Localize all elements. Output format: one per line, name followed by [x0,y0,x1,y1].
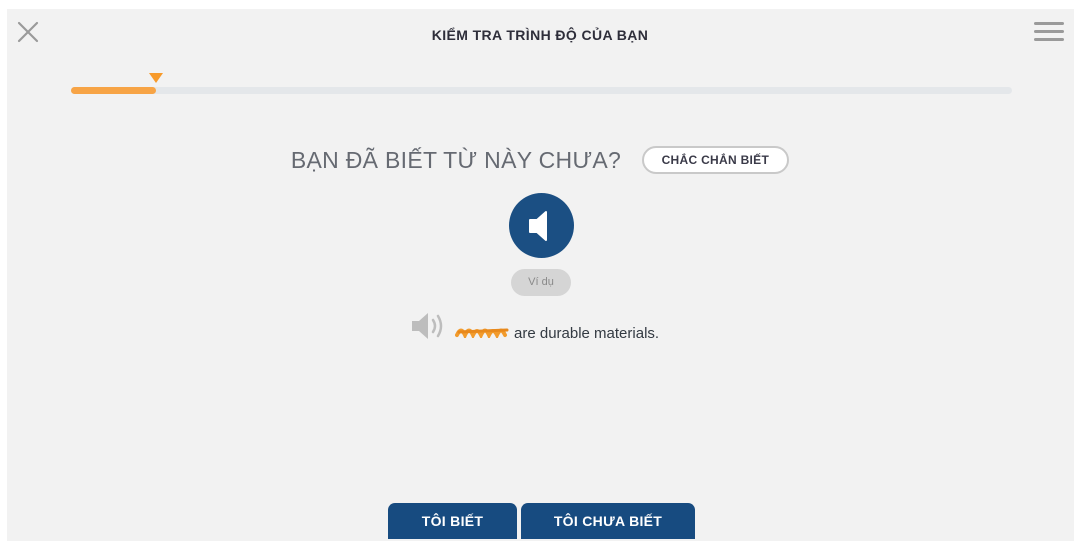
question-text: BẠN ĐÃ BIẾT TỪ NÀY CHƯA? [290,146,622,173]
hidden-word-scribble [455,328,509,338]
progress-fill [71,87,156,94]
progress-marker-icon [149,73,163,83]
window-frame-right [1074,0,1080,541]
i-dont-know-button[interactable]: TÔI CHƯA BIẾT [521,503,695,539]
i-know-button[interactable]: TÔI BIẾT [388,503,517,539]
question-row: BẠN ĐÃ BIẾT TỪ NÀY CHƯA? CHẮC CHẮN BIẾT [0,146,1080,174]
progress-track [71,87,1012,94]
hamburger-menu-icon[interactable] [1034,21,1064,43]
page-title: KIỂM TRA TRÌNH ĐỘ CỦA BẠN [431,27,649,43]
speaker-wave-icon[interactable] [410,310,450,347]
example-sentence: are durable materials. [514,325,660,342]
sure-know-button[interactable]: CHẮC CHẮN BIẾT [641,146,790,174]
play-audio-button[interactable] [509,193,574,258]
speaker-icon [529,211,547,241]
window-frame-top [0,0,1080,9]
window-frame-left [0,0,7,541]
example-label: Ví dụ [511,269,571,296]
